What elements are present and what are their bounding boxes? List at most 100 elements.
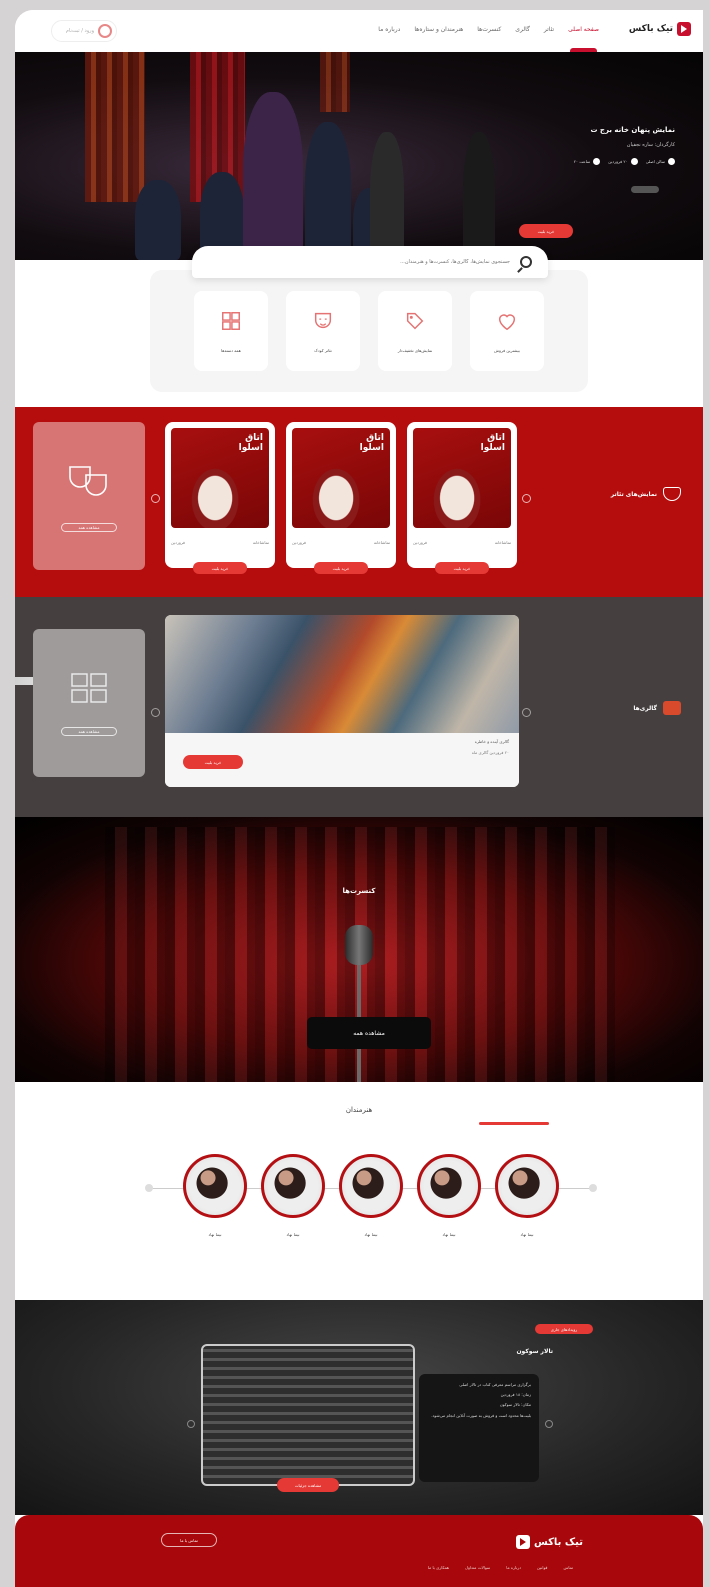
show-meta: تماشاخانه فروردین	[413, 540, 511, 545]
carousel-prev-dot[interactable]	[145, 1184, 153, 1192]
category-card-best-selling[interactable]: بیشترین فروش	[470, 291, 544, 371]
show-buy-button[interactable]: خرید بلیت	[435, 562, 489, 574]
show-card[interactable]: اتاق اسلوا تماشاخانه فروردین خرید بلیت	[286, 422, 396, 574]
gallery-icon	[663, 701, 681, 715]
footer-link[interactable]: همکاری با ما	[428, 1565, 449, 1570]
show-venue: تماشاخانه	[494, 540, 511, 545]
poster-title: اتاق اسلوا	[238, 433, 263, 453]
theater-view-all-button[interactable]: مشاهده همه	[61, 522, 117, 532]
hero-info: نمایش پنهان خانه برج ت کارگردان: ساره نج…	[515, 126, 675, 165]
grid-icon	[222, 311, 240, 330]
hero-subtitle: کارگردان: ساره نجفیان	[626, 142, 675, 148]
gallery-card[interactable]: گالری آینده و خاطره ۲۰ فروردین گالری ماه…	[165, 615, 519, 787]
next-arrow-icon[interactable]	[522, 494, 531, 503]
brand-name: تیک باکس	[628, 24, 673, 34]
footer-link[interactable]: درباره ما	[506, 1565, 521, 1570]
footer-link[interactable]: سوالات متداول	[465, 1565, 490, 1570]
event-detail-line: بلیت‌ها محدود است و فروش به صورت آنلاین …	[431, 1412, 531, 1418]
show-meta: تماشاخانه فروردین	[171, 540, 269, 545]
theater-mask-icon	[663, 487, 681, 501]
artist-avatar[interactable]	[183, 1154, 247, 1218]
prev-arrow-icon[interactable]	[151, 494, 160, 503]
theater-view-all-card[interactable]: مشاهده همه	[33, 422, 145, 570]
brand-logo[interactable]: تیک باکس	[629, 22, 691, 36]
hero-meta-venue-text: سالن اصلی	[645, 159, 665, 164]
category-panel: بیشترین فروش نمایش‌های تخفیف‌دار تئاتر ک…	[150, 270, 588, 392]
nav-gallery[interactable]: گالری	[515, 26, 530, 33]
nav-concerts[interactable]: کنسرت‌ها	[477, 26, 501, 33]
heart-icon	[498, 313, 516, 330]
artists-title: هنرمندان	[345, 1106, 373, 1114]
gallery-buy-button[interactable]: خرید بلیت	[183, 755, 243, 769]
artists-title-underline	[479, 1122, 549, 1125]
concert-section: کنسرت‌ها مشاهده همه	[15, 817, 703, 1082]
footer-brand-name: تیک باکس	[533, 1536, 583, 1548]
hero-banner: نمایش پنهان خانه برج ت کارگردان: ساره نج…	[15, 52, 703, 260]
event-title: تالار سوکون	[516, 1348, 553, 1355]
poster-title: اتاق اسلوا	[359, 433, 384, 453]
hero-meta-date-text: ۲۰ فروردین	[608, 159, 628, 164]
show-poster: اتاق اسلوا	[413, 428, 511, 528]
artist-avatar[interactable]	[417, 1154, 481, 1218]
hero-meta: سالن اصلی ۲۰ فروردین ساعت ۲۰	[515, 158, 675, 165]
show-buy-button[interactable]: خرید بلیت	[314, 562, 368, 574]
artist-avatar[interactable]	[495, 1154, 559, 1218]
show-card[interactable]: اتاق اسلوا تماشاخانه فروردین خرید بلیت	[165, 422, 275, 574]
login-button[interactable]: ورود / ثبت‌نام	[51, 20, 117, 42]
category-label: بیشترین فروش	[494, 347, 520, 353]
prev-arrow-icon[interactable]	[187, 1420, 195, 1428]
event-detail-line: زمان: ۱۸ فروردین	[500, 1392, 531, 1398]
footer-link[interactable]: تماس	[563, 1565, 573, 1570]
artist-avatar[interactable]	[339, 1154, 403, 1218]
gallery-artwork	[165, 615, 519, 733]
theater-title-text: نمایش‌های تئاتر	[610, 490, 657, 498]
hero-performer	[135, 180, 181, 260]
nav-theater[interactable]: تئاتر	[544, 26, 554, 33]
show-card[interactable]: اتاق اسلوا تماشاخانه فروردین خرید بلیت	[407, 422, 517, 574]
hero-meta-venue: سالن اصلی	[646, 158, 675, 165]
hero-meta-time: ساعت ۲۰	[573, 158, 601, 165]
event-details-button[interactable]: مشاهده جزئیات	[277, 1478, 339, 1492]
events-section: رویدادهای جاری تالار سوکون برگزاری مراسم…	[15, 1300, 703, 1515]
artist-name: نیما نهاد	[442, 1232, 456, 1237]
footer: تیک باکس تماس با ما تماس قوانین درباره م…	[15, 1515, 703, 1587]
footer-logo[interactable]: تیک باکس	[515, 1535, 583, 1549]
mic-stand	[357, 947, 361, 1082]
gallery-grid-icon	[71, 672, 107, 703]
events-tag: رویدادهای جاری	[535, 1324, 593, 1334]
category-card-kids-theater[interactable]: تئاتر کودک	[286, 291, 360, 371]
hero-buy-button[interactable]: خرید بلیت	[519, 224, 573, 238]
footer-link[interactable]: قوانین	[537, 1565, 547, 1570]
gallery-section: گالری‌ها مشاهده همه گالری آینده و خاطره …	[15, 597, 703, 817]
show-poster: اتاق اسلوا	[292, 428, 390, 528]
category-card-all[interactable]: همه دسته‌ها	[194, 291, 268, 371]
artist-name: نیما نهاد	[364, 1232, 378, 1237]
next-arrow-icon[interactable]	[522, 708, 531, 717]
nav-home[interactable]: صفحه اصلی	[568, 26, 599, 52]
theater-section: نمایش‌های تئاتر مشاهده همه اتاق اسلوا تم…	[15, 407, 703, 597]
artist-avatar[interactable]	[261, 1154, 325, 1218]
hero-performer	[463, 132, 495, 260]
ticket-logo-icon	[515, 1535, 530, 1549]
theater-section-title: نمایش‌های تئاتر	[611, 487, 681, 501]
concert-view-all-button[interactable]: مشاهده همه	[307, 1017, 431, 1049]
concert-title: کنسرت‌ها	[342, 887, 376, 895]
clock-icon	[593, 158, 601, 165]
hero-meta-time-text: ساعت ۲۰	[573, 159, 591, 164]
tag-icon	[406, 312, 424, 329]
contact-button[interactable]: تماس با ما	[161, 1533, 217, 1547]
show-buy-button[interactable]: خرید بلیت	[193, 562, 247, 574]
search-input[interactable]	[210, 259, 510, 265]
gallery-view-all-button[interactable]: مشاهده همه	[61, 726, 117, 736]
category-card-discount[interactable]: نمایش‌های تخفیف‌دار	[378, 291, 452, 371]
page: تیک باکس صفحه اصلی تئاتر گالری کنسرت‌ها …	[15, 10, 703, 1587]
prev-arrow-icon[interactable]	[151, 708, 160, 717]
nav-artists[interactable]: هنرمندان و ستاره‌ها	[414, 26, 463, 33]
search-bar	[192, 246, 548, 278]
nav-about[interactable]: درباره ما	[378, 26, 400, 33]
next-arrow-icon[interactable]	[545, 1420, 553, 1428]
gallery-view-all-card[interactable]: مشاهده همه	[33, 629, 145, 777]
carousel-next-dot[interactable]	[589, 1184, 597, 1192]
top-navbar: تیک باکس صفحه اصلی تئاتر گالری کنسرت‌ها …	[15, 10, 703, 52]
search-icon[interactable]	[520, 256, 532, 268]
